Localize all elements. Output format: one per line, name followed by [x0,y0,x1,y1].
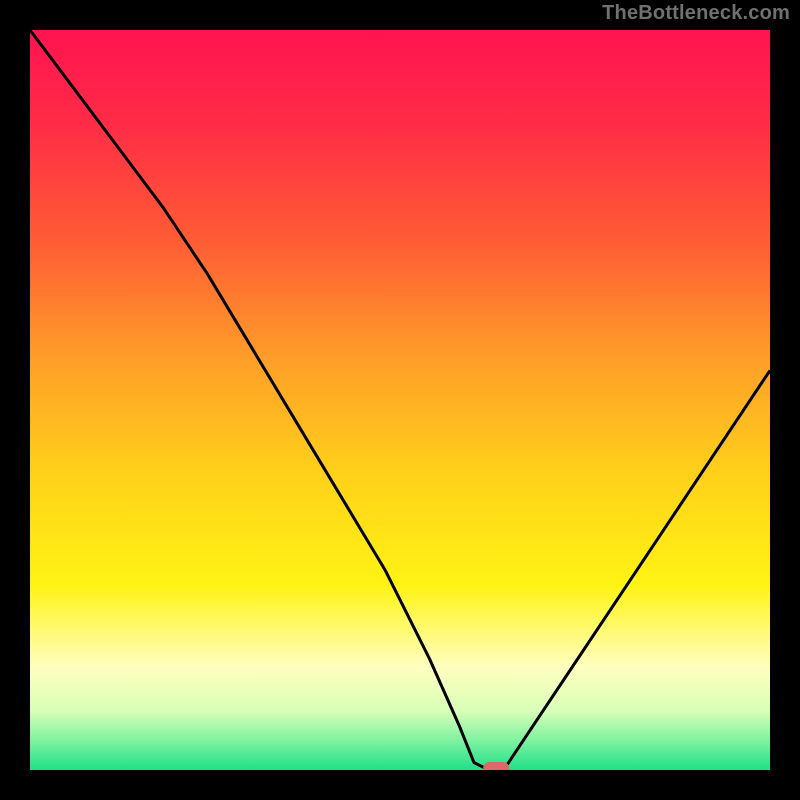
gradient-background [30,30,770,770]
watermark-text: TheBottleneck.com [602,2,790,25]
optimal-marker [483,762,509,770]
bottleneck-plot [30,30,770,770]
chart-frame: TheBottleneck.com [0,0,800,800]
plot-svg [30,30,770,770]
